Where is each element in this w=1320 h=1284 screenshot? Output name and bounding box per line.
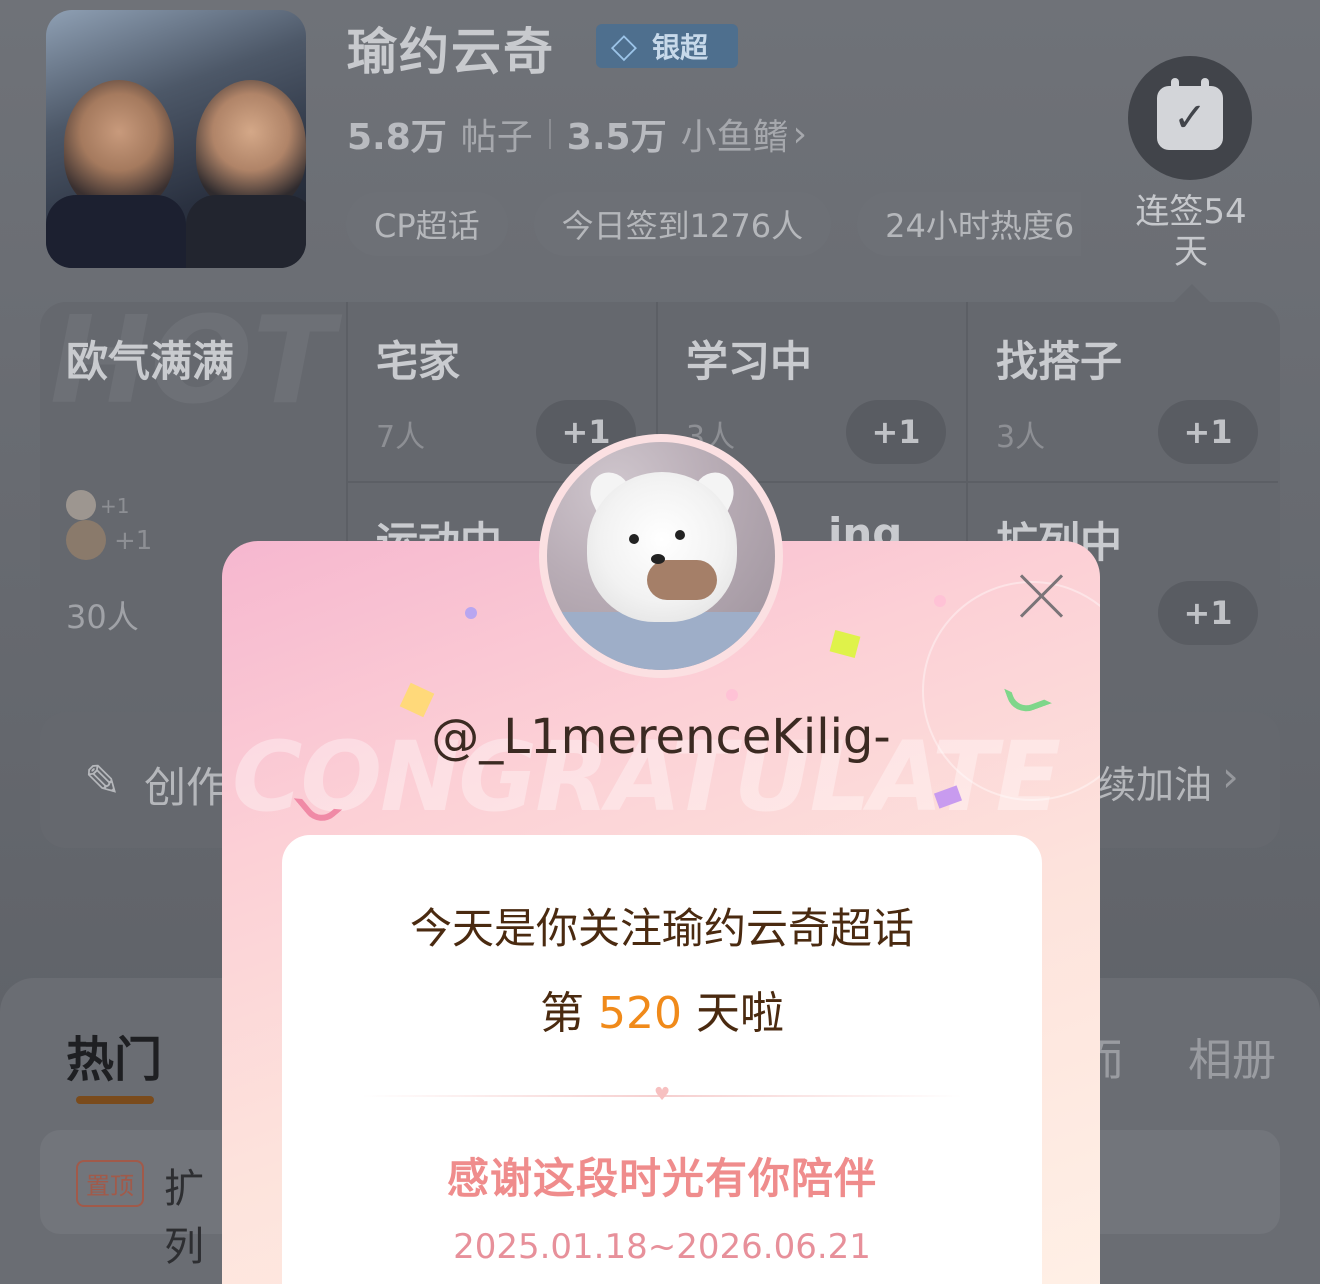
chevron-right-icon[interactable]: › — [793, 114, 807, 155]
create-label: 创作 — [144, 763, 229, 812]
mood-featured-title: 欧气满满 — [66, 337, 235, 386]
topic-avatar[interactable] — [46, 10, 306, 268]
posts-count: 5.8万 — [347, 117, 447, 158]
fans-label[interactable]: 小鱼鳍 — [681, 108, 789, 160]
mood-count: 3人 — [996, 420, 1046, 455]
chevron-right-icon: › — [1222, 752, 1239, 801]
day-count: 520 — [598, 988, 682, 1039]
active-tab-indicator — [76, 1096, 154, 1104]
thanks-message: 感谢这段时光有你陪伴 — [446, 1154, 877, 1203]
date-range: 2025.01.18~2026.06.21 — [453, 1227, 871, 1267]
super-topic-badge[interactable]: ◇ 银超 — [596, 24, 738, 68]
plus-one-button[interactable]: +1 — [1158, 581, 1258, 645]
topic-name: 瑜约云奇 — [347, 23, 555, 81]
follow-message: 今天是你关注瑜约云奇超话 — [409, 904, 914, 953]
pen-icon: ✎ — [84, 756, 121, 807]
mood-title: 学习中 — [686, 337, 813, 386]
day-suffix: 天啦 — [681, 988, 784, 1039]
mood-featured-count: 30人 — [66, 598, 139, 636]
plus-one-button[interactable]: +1 — [1158, 400, 1258, 464]
topic-chips: CP超话 今日签到1276人 24小时热度6 — [346, 192, 1082, 256]
day-count-message: 第 520 天啦 — [282, 977, 1042, 1041]
anniversary-card: 今天是你关注瑜约云奇超话 第 520 天啦 ♥ 感谢这段时光有你陪伴 2025.… — [282, 835, 1042, 1284]
topic-stats: 5.8万 帖子 3.5万 小鱼鳍 › — [347, 108, 807, 160]
tab-album[interactable]: 相册 — [1188, 1024, 1276, 1088]
tab-hot[interactable]: 热门 — [66, 1020, 162, 1090]
mood-title: 宅家 — [376, 337, 461, 386]
day-prefix: 第 — [540, 988, 598, 1039]
confetti — [829, 630, 861, 658]
confetti — [726, 689, 738, 701]
post-title: 扩列 — [164, 1166, 204, 1270]
confetti — [934, 595, 946, 607]
chip-checkin-count[interactable]: 今日签到1276人 — [533, 192, 832, 256]
calendar-check-icon: ✓ — [1157, 78, 1223, 150]
close-icon[interactable] — [1014, 569, 1070, 625]
avatar — [66, 520, 106, 560]
stats-divider — [548, 119, 551, 149]
avatar — [66, 490, 96, 520]
plus-count: +1 — [100, 494, 130, 518]
username: @_L1merenceKilig- — [431, 709, 891, 765]
pinned-badge: 置顶 — [76, 1160, 144, 1207]
badge-label: 银超 — [652, 31, 709, 64]
chip-cp[interactable]: CP超话 — [346, 192, 508, 256]
plus-count: +1 — [114, 526, 153, 556]
mood-cell-partner[interactable]: 找搭子 3人 +1 — [968, 302, 1278, 483]
fans-count[interactable]: 3.5万 — [567, 108, 667, 160]
heart-icon: ♥ — [654, 1084, 671, 1105]
posts-label: 帖子 — [460, 117, 533, 158]
mood-title: 找搭子 — [996, 337, 1123, 386]
mood-count: 7人 — [376, 420, 426, 455]
diamond-icon: ◇ — [610, 26, 638, 66]
plus-one-button[interactable]: +1 — [846, 400, 946, 464]
checkin-streak: 连签54天 — [1135, 192, 1247, 272]
confetti — [465, 607, 477, 619]
user-avatar — [539, 434, 783, 678]
create-right-text: 续加油 — [1098, 763, 1213, 807]
checkin-button[interactable]: ✓ — [1128, 56, 1252, 180]
chip-heat[interactable]: 24小时热度6 — [857, 192, 1082, 256]
